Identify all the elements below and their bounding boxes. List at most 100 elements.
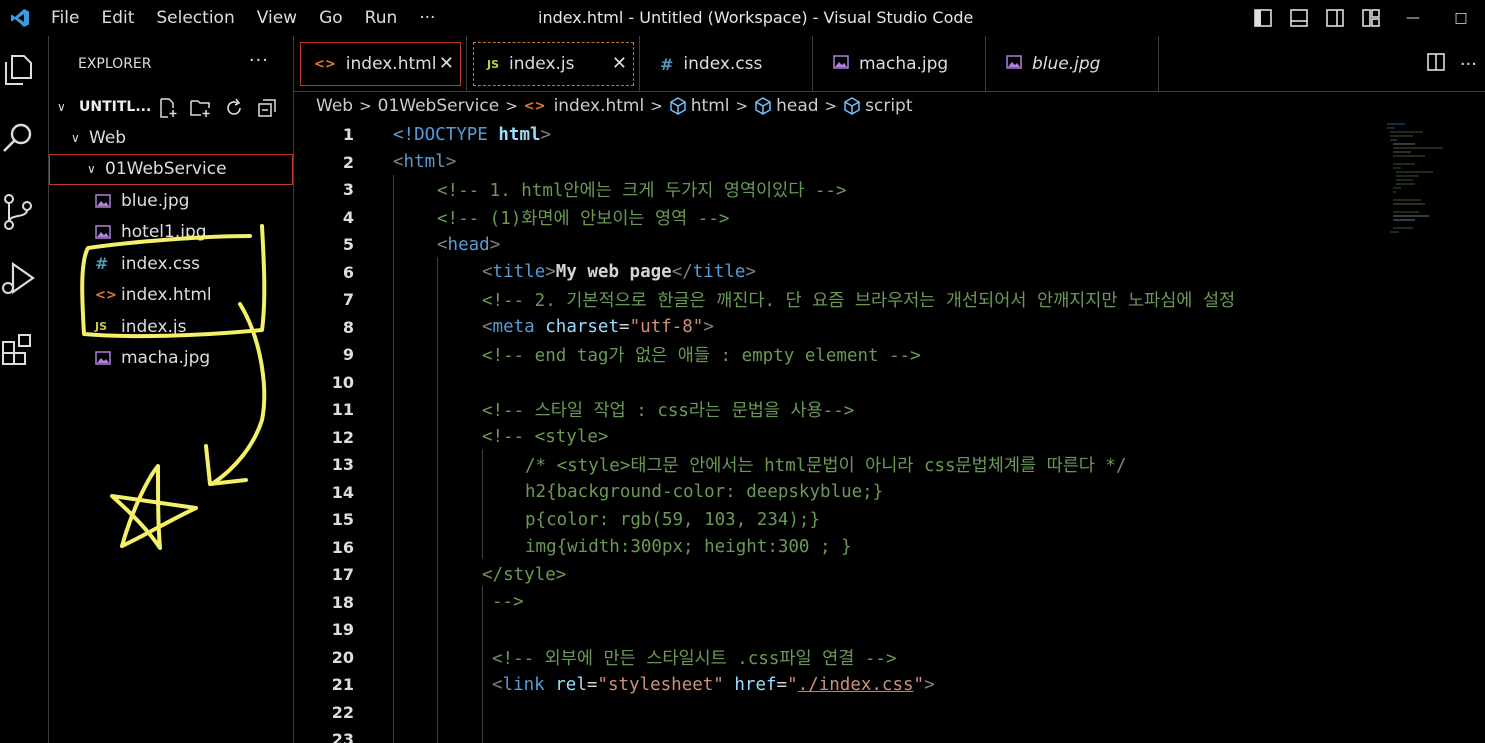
code-token: "stylesheet": [597, 674, 724, 695]
toggle-primary-sidebar-icon[interactable]: [1245, 0, 1281, 36]
new-folder-icon[interactable]: [190, 97, 212, 119]
code-comment: </style>: [482, 564, 567, 585]
tab-macha-jpg[interactable]: macha.jpg: [813, 36, 986, 92]
code-editor[interactable]: 1 <!DOCTYPE html> 2 <html> 3 <!-- 1. htm…: [294, 120, 1485, 743]
code-token: link: [502, 674, 545, 695]
workspace-label: UNTITL...: [79, 99, 152, 115]
tree-item-label: index.css: [121, 253, 200, 274]
code-token: rel: [555, 674, 587, 695]
tree-item-label: blue.jpg: [121, 190, 190, 211]
tab-index-js[interactable]: JS index.js ✕: [467, 36, 640, 92]
code-line: 12 <!-- <style>: [294, 424, 1485, 452]
breadcrumb-html[interactable]: html: [669, 96, 730, 116]
css-file-icon: #: [660, 54, 674, 74]
refresh-icon[interactable]: [223, 97, 245, 119]
code-line: 4 <!-- (1)화면에 안보이는 영역 -->: [294, 204, 1485, 232]
breadcrumb-head[interactable]: head: [754, 96, 819, 116]
code-line: 3 <!-- 1. html안에는 크게 두가지 영역이있다 -->: [294, 176, 1485, 204]
chevron-right-icon: >: [505, 97, 518, 115]
chevron-right-icon: >: [824, 97, 838, 115]
breadcrumb-index-html[interactable]: <> index.html: [524, 96, 644, 116]
explorer-files-icon[interactable]: [0, 50, 36, 90]
toggle-panel-icon[interactable]: [1281, 0, 1317, 36]
code-line: 1 <!DOCTYPE html>: [294, 121, 1485, 149]
tree-item-hotel1-jpg[interactable]: hotel1.jpg: [49, 217, 293, 249]
tree-item-label: index.html: [121, 285, 212, 306]
code-line: 11 <!-- 스타일 작업 : css라는 문법을 사용-->: [294, 396, 1485, 424]
explorer-more-button[interactable]: ···: [249, 50, 269, 71]
customize-layout-icon[interactable]: [1353, 0, 1389, 36]
minimap[interactable]: [1385, 120, 1445, 250]
code-token: charset: [545, 317, 620, 338]
tree-item-macha-jpg[interactable]: macha.jpg: [49, 343, 293, 375]
tab-index-html[interactable]: <> index.html ✕: [294, 36, 467, 92]
tab-index-css[interactable]: # index.css: [640, 36, 813, 92]
line-number: 1: [342, 125, 354, 145]
breadcrumb-web[interactable]: Web: [316, 96, 353, 116]
minimize-button[interactable]: —: [1389, 0, 1437, 36]
tab-blue-jpg[interactable]: blue.jpg: [986, 36, 1159, 92]
code-token: href: [734, 674, 777, 695]
code-token: <!DOCTYPE: [393, 124, 488, 145]
code-comment: <!-- (1)화면에 안보이는 영역 -->: [437, 208, 730, 229]
code-comment: /* <style>태그문 안에서는 html문법이 아니라 css문법체계를 …: [525, 456, 1127, 477]
tree-item-index-html[interactable]: <> index.html: [49, 280, 293, 312]
tree-item-blue-jpg[interactable]: blue.jpg: [49, 185, 293, 217]
code-token: >: [540, 124, 552, 145]
js-file-icon: JS: [487, 57, 500, 71]
collapse-all-icon[interactable]: [256, 97, 278, 119]
code-line: 15 p{color: rgb(59, 103, 234);}: [294, 506, 1485, 534]
code-token: ": [913, 674, 925, 695]
toggle-secondary-sidebar-icon[interactable]: [1317, 0, 1353, 36]
title-bar: File Edit Selection View Go Run ··· inde…: [0, 0, 1485, 36]
menu-selection[interactable]: Selection: [145, 0, 245, 36]
symbol-element-icon: [755, 97, 771, 115]
chevron-right-icon: >: [735, 97, 749, 115]
vscode-logo-icon: [0, 0, 40, 36]
code-line: 10: [294, 369, 1485, 397]
line-number: 3: [342, 180, 354, 200]
code-line: 9 <!-- end tag가 없은 애들 : empty element --…: [294, 341, 1485, 369]
workspace-row[interactable]: ∨ UNTITL...: [49, 92, 293, 122]
js-file-icon: JS: [95, 320, 108, 334]
breadcrumb-script[interactable]: script: [843, 96, 913, 116]
close-icon[interactable]: ✕: [612, 53, 627, 74]
menu-go[interactable]: Go: [308, 0, 354, 36]
menu-view[interactable]: View: [246, 0, 308, 36]
line-number: 15: [331, 510, 354, 530]
code-line: 14 h2{background-color: deepskyblue;}: [294, 479, 1485, 507]
tree-item-index-css[interactable]: # index.css: [49, 248, 293, 280]
more-actions-icon[interactable]: ···: [1460, 54, 1477, 75]
source-control-icon[interactable]: [0, 192, 36, 232]
run-debug-icon[interactable]: [0, 258, 36, 298]
tab-label: macha.jpg: [859, 54, 949, 74]
code-comment: <!-- 2. 기본적으로 한글은 깨진다. 단 요즘 브라우저는 개선되어서 …: [482, 291, 1236, 312]
menu-more[interactable]: ···: [408, 0, 446, 36]
maximize-button[interactable]: □: [1437, 0, 1485, 36]
code-comment: <!-- 외부에 만든 스타일시트 .css파일 연결 -->: [492, 648, 897, 669]
line-number: 14: [331, 482, 354, 502]
menu-file[interactable]: File: [40, 0, 90, 36]
tree-item-label: index.js: [121, 316, 187, 337]
code-line: 23: [294, 726, 1485, 743]
code-line: 21 <link rel="stylesheet" href="./index.…: [294, 671, 1485, 699]
tab-label: index.css: [683, 54, 763, 74]
extensions-icon[interactable]: [0, 330, 36, 370]
close-icon[interactable]: ✕: [439, 53, 454, 74]
breadcrumb-01webservice[interactable]: 01WebService: [378, 96, 500, 116]
code-line: 2 <html>: [294, 149, 1485, 177]
line-number: 7: [342, 290, 354, 310]
search-icon[interactable]: [0, 118, 36, 158]
menu-run[interactable]: Run: [354, 0, 409, 36]
breadcrumb: Web > 01WebService > <> index.html > htm…: [294, 92, 1485, 120]
tree-item-01webservice-folder[interactable]: ∨ 01WebService: [49, 153, 293, 185]
line-number: 17: [331, 565, 354, 585]
explorer-header: EXPLORER ···: [49, 36, 293, 92]
split-editor-icon[interactable]: [1426, 52, 1446, 76]
menu-edit[interactable]: Edit: [90, 0, 145, 36]
new-file-icon[interactable]: [157, 97, 179, 119]
image-file-icon: [1006, 54, 1022, 74]
tree-item-index-js[interactable]: JS index.js: [49, 311, 293, 343]
line-number: 4: [342, 207, 354, 227]
tree-item-web-folder[interactable]: ∨ Web: [49, 122, 293, 154]
